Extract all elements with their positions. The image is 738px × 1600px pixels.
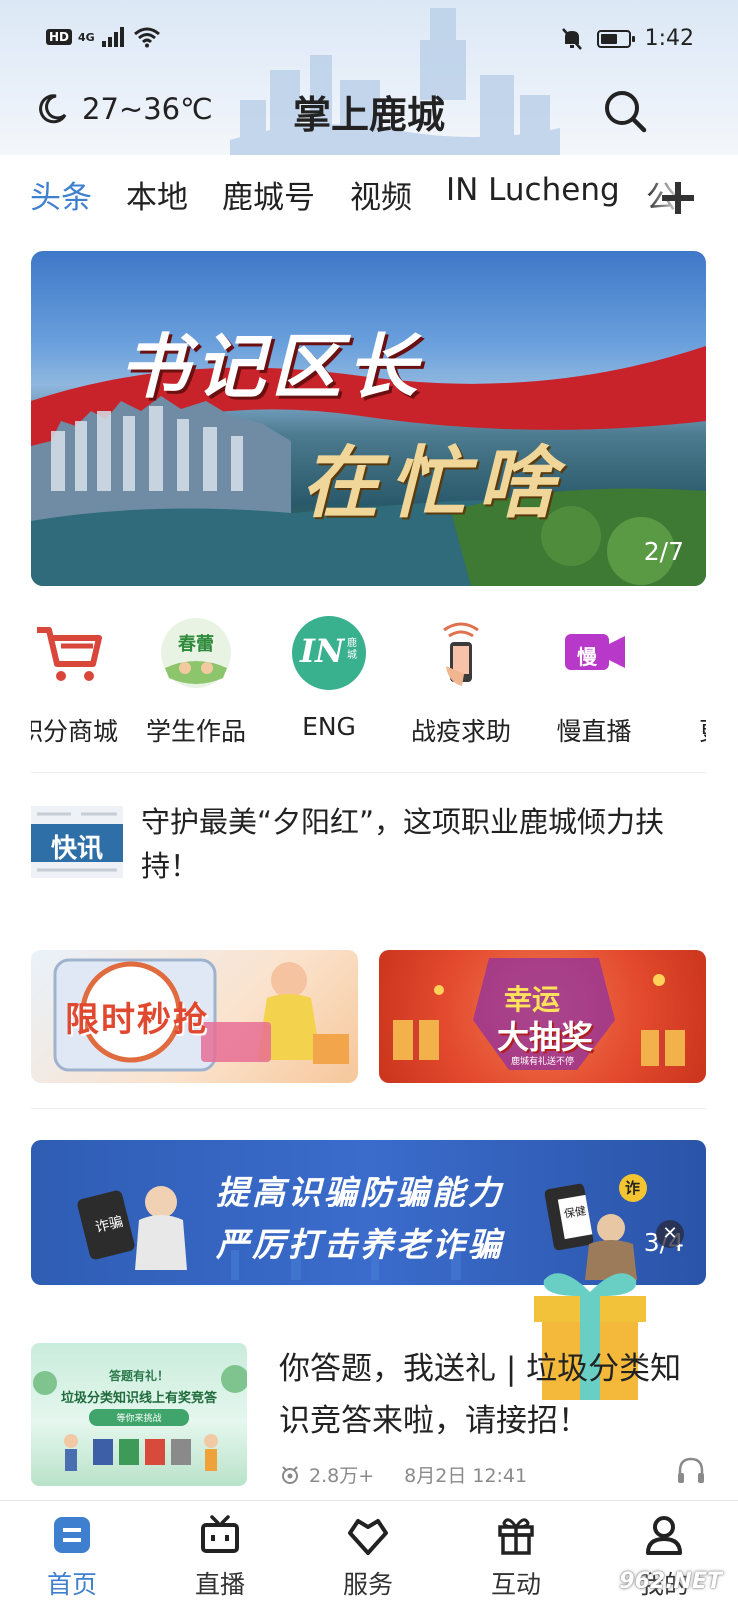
flash-sale-label: 限时秒抢	[65, 1000, 209, 1040]
slow-live-badge: 慢	[577, 645, 597, 669]
in-lucheng-icon: IN 鹿城	[292, 616, 366, 690]
article-views: 2.8万+	[309, 1465, 375, 1487]
divider	[31, 772, 706, 773]
banner-subtitle: 在忙啥	[301, 438, 566, 529]
article-meta: 2.8万+ 8月2日 12:41	[279, 1461, 527, 1488]
listen-button[interactable]	[676, 1455, 706, 1485]
banner-scenery	[31, 346, 706, 586]
flash-news-logo: 快讯	[31, 806, 123, 878]
flash-news-text: 守护最美“夕阳红”，这项职业鹿城倾力扶持！	[141, 805, 665, 883]
status-bar: HD 4G 1:42	[0, 22, 738, 62]
quick-entries: 积分商城 春蕾 学生作品 IN 鹿城 ENG	[31, 610, 706, 760]
article-date: 8月2日 12:41	[404, 1465, 528, 1487]
in-lucheng-badge-small: 鹿城	[347, 638, 357, 661]
nav-label: 服务	[342, 1570, 393, 1599]
channel-tabs: 头条 本地 鹿城号 视频 IN Lucheng 公	[0, 172, 738, 232]
battery-icon	[596, 29, 635, 48]
search-icon	[605, 91, 647, 133]
tab-headlines[interactable]: 头条	[30, 172, 92, 217]
article-thumbnail: 答题有礼！ 垃圾分类知识线上有奖竞答 等你来挑战	[31, 1343, 247, 1486]
hd-badge: HD	[46, 29, 73, 45]
service-heart-icon	[346, 1513, 390, 1557]
cart-icon	[31, 616, 105, 690]
phone-help-icon	[424, 616, 498, 690]
add-channel-button[interactable]	[662, 182, 694, 214]
nav-live[interactable]: 直播	[170, 1513, 270, 1600]
anti-fraud-line-2: 严厉打击养老诈骗	[216, 1225, 504, 1264]
nav-label: 直播	[194, 1570, 245, 1599]
hero-banner[interactable]: 书记区长 在忙啥 2/7	[31, 251, 706, 586]
quick-item-eng[interactable]: IN 鹿城 ENG	[264, 610, 394, 741]
student-works-icon: 春蕾	[159, 616, 233, 690]
search-button[interactable]	[602, 88, 648, 134]
user-icon	[642, 1513, 686, 1557]
quick-item-epidemic-help[interactable]: 战疫求助	[396, 610, 526, 748]
banner-title: 书记区长	[119, 325, 423, 408]
quick-item-label: 学生作品	[145, 717, 246, 746]
tab-local[interactable]: 本地	[126, 172, 188, 217]
close-gift-button[interactable]: ✕	[656, 1220, 684, 1248]
student-works-badge: 春蕾	[178, 634, 214, 655]
article-card[interactable]: 答题有礼！ 垃圾分类知识线上有奖竞答 等你来挑战 你答题，我送礼 | 垃圾分类知…	[31, 1343, 706, 1493]
quick-item-label: 慢直播	[556, 717, 632, 746]
network-type: 4G	[78, 30, 95, 44]
tab-video[interactable]: 视频	[350, 172, 412, 217]
thumbnail-line-2: 垃圾分类知识线上有奖竞答	[60, 1391, 217, 1406]
lucky-draw-bottom: 大抽奖	[497, 1018, 594, 1056]
quick-item-more[interactable]: 更多	[659, 610, 706, 748]
promo-lucky-draw[interactable]: 幸运 大抽奖 鹿城有礼送不停	[379, 950, 706, 1083]
views-icon	[282, 1465, 298, 1484]
quick-item-student-works[interactable]: 春蕾 学生作品	[131, 610, 261, 748]
banner-page-indicator: 2/7	[643, 537, 684, 566]
quick-item-slow-live[interactable]: 慢 慢直播	[529, 610, 659, 748]
signal-icon	[101, 27, 124, 47]
clock: 1:42	[644, 26, 694, 51]
status-left: HD 4G	[46, 26, 161, 48]
quick-item-label: 战疫求助	[410, 717, 511, 746]
nav-service[interactable]: 服务	[318, 1513, 418, 1600]
home-icon	[50, 1513, 94, 1557]
lucky-draw-sub: 鹿城有礼送不停	[511, 1057, 575, 1067]
thumbnail-line-3: 等你来挑战	[89, 1409, 189, 1426]
tab-lucheng-account[interactable]: 鹿城号	[222, 172, 315, 217]
mute-bell-icon	[561, 27, 582, 50]
header: HD 4G 1:42 27~36℃ 掌上鹿城	[0, 0, 738, 155]
anti-fraud-line-1: 提高识骗防骗能力	[216, 1173, 504, 1212]
promo-flash-sale[interactable]: 限时秒抢	[31, 950, 358, 1083]
status-right: 1:42	[561, 26, 694, 51]
battery-level	[600, 33, 617, 44]
article-title: 你答题，我送礼 | 垃圾分类知识竞答来啦，请接招！	[279, 1351, 682, 1439]
tab-in-lucheng[interactable]: IN Lucheng	[446, 172, 620, 208]
tv-icon	[198, 1513, 242, 1557]
gift-icon	[494, 1513, 538, 1557]
thumbnail-line-1: 答题有礼！	[108, 1369, 169, 1383]
watermark: 962.NET	[619, 1569, 722, 1594]
flash-news[interactable]: 快讯 守护最美“夕阳红”，这项职业鹿城倾力扶持！	[31, 800, 706, 890]
anti-fraud-tag-bubble: 诈	[625, 1179, 641, 1197]
wifi-icon	[133, 27, 160, 48]
nav-interact[interactable]: 互动	[466, 1513, 566, 1600]
quick-item-points-mall[interactable]: 积分商城	[31, 610, 133, 748]
headphone-icon	[678, 1457, 704, 1483]
quick-item-label: ENG	[302, 712, 356, 741]
quick-item-label: 更多	[659, 712, 706, 748]
divider	[31, 1108, 706, 1109]
flash-news-badge: 快讯	[50, 834, 103, 864]
nav-label: 互动	[490, 1570, 541, 1599]
quick-item-label: 积分商城	[31, 717, 118, 746]
nav-home[interactable]: 首页	[22, 1513, 122, 1600]
slow-live-icon: 慢	[557, 616, 631, 690]
nav-label: 首页	[46, 1570, 97, 1599]
more-icon	[687, 616, 706, 690]
in-lucheng-badge: IN	[300, 632, 345, 670]
